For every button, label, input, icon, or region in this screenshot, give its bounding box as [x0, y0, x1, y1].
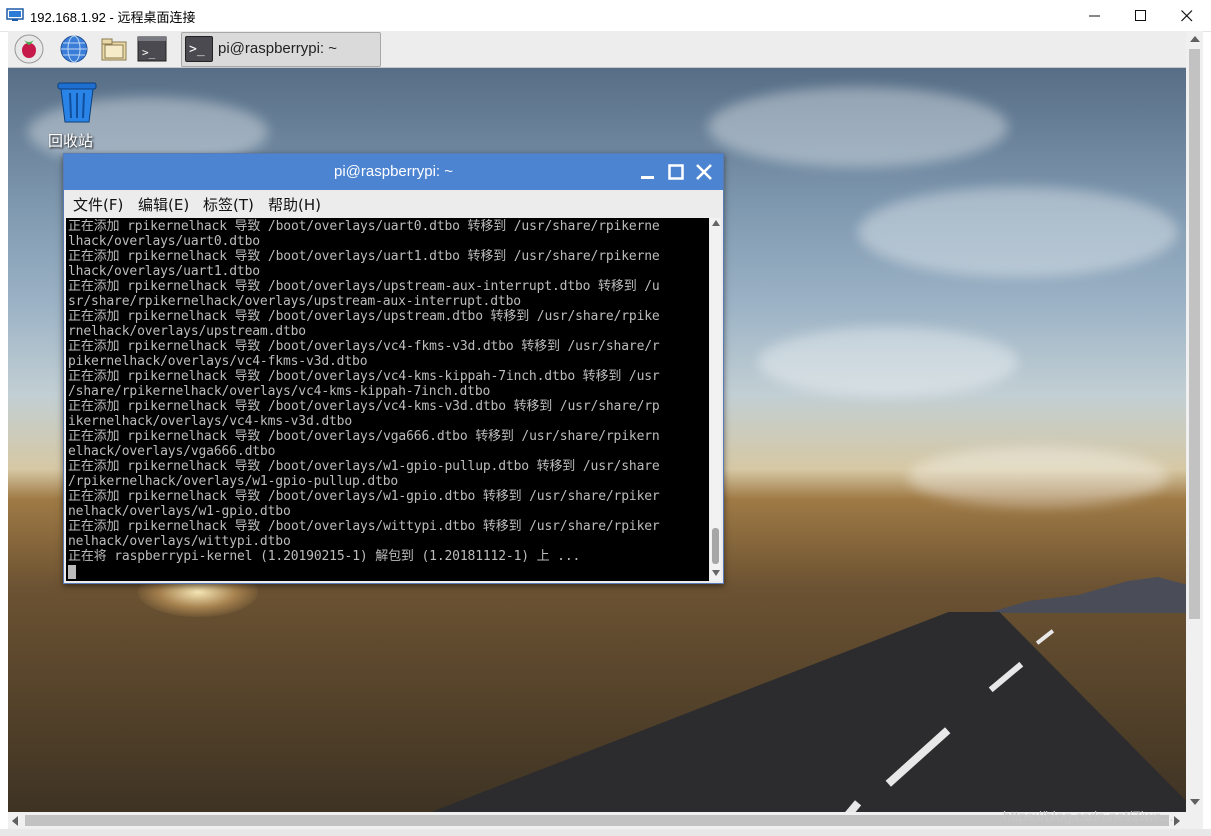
terminal-window[interactable]: pi@raspberrypi: ~ 文件(F) 编辑(E) 标签(T) 帮助(H…	[63, 153, 724, 584]
terminal-titlebar[interactable]: pi@raspberrypi: ~	[64, 154, 723, 190]
terminal-line: nelhack/overlays/wittypi.dtbo	[68, 534, 291, 549]
menu-help[interactable]: 帮助(H)	[268, 194, 321, 215]
terminal-line: 正在添加 rpikernelhack 导致 /boot/overlays/uar…	[68, 219, 660, 234]
terminal-cursor	[68, 565, 76, 579]
scroll-down-arrow-icon[interactable]	[712, 570, 720, 576]
terminal-line: elhack/overlays/vga666.dtbo	[68, 444, 276, 459]
watermark-text: https://blog.csdn.net/Ziwe...	[1003, 808, 1174, 824]
terminal-line: 正在添加 rpikernelhack 导致 /boot/overlays/vc4…	[68, 369, 660, 384]
scroll-left-arrow-icon[interactable]	[12, 816, 18, 826]
terminal-line: pikernelhack/overlays/vc4-fkms-v3d.dtbo	[68, 354, 368, 369]
terminal-line: 正在添加 rpikernelhack 导致 /boot/overlays/vga…	[68, 429, 660, 444]
maximize-button[interactable]	[1118, 0, 1164, 31]
terminal-line: 正在添加 rpikernelhack 导致 /boot/overlays/ups…	[68, 279, 660, 294]
scroll-down-arrow-icon[interactable]	[1190, 799, 1200, 805]
taskbar-terminal-task[interactable]: >_ pi@raspberrypi: ~	[181, 32, 381, 67]
wallpaper-cloud	[908, 447, 1168, 507]
terminal-line: lhack/overlays/uart0.dtbo	[68, 234, 260, 249]
rdp-vertical-scrollbar[interactable]	[1186, 31, 1203, 812]
terminal-minimize-icon[interactable]	[638, 162, 658, 182]
rdp-titlebar: 192.168.1.92 - 远程桌面连接	[0, 0, 1211, 32]
remote-desktop-viewport[interactable]: >_ >_ pi@raspberrypi: ~ 回收站 pi@raspberry…	[8, 31, 1186, 812]
rdp-vertical-scrollbar-thumb[interactable]	[1189, 49, 1200, 619]
scroll-up-arrow-icon[interactable]	[712, 220, 720, 226]
raspberry-menu-icon[interactable]	[14, 34, 44, 64]
terminal-line: 正在添加 rpikernelhack 导致 /boot/overlays/ups…	[68, 309, 660, 324]
terminal-line: 正在添加 rpikernelhack 导致 /boot/overlays/uar…	[68, 249, 660, 264]
scroll-right-arrow-icon[interactable]	[1174, 816, 1180, 826]
wallpaper-cloud	[708, 87, 1008, 167]
menu-tabs[interactable]: 标签(T)	[203, 194, 254, 215]
terminal-scrollbar[interactable]	[710, 218, 721, 581]
terminal-line: nelhack/overlays/w1-gpio.dtbo	[68, 504, 291, 519]
terminal-line: ikernelhack/overlays/vc4-kms-v3d.dtbo	[68, 414, 353, 429]
terminal-launcher-icon[interactable]: >_	[137, 34, 167, 64]
terminal-line: rnelhack/overlays/upstream.dtbo	[68, 324, 306, 339]
scroll-up-arrow-icon[interactable]	[1190, 36, 1200, 42]
terminal-line: 正在将 raspberrypi-kernel (1.20190215-1) 解包…	[68, 549, 581, 564]
maximize-icon	[1135, 9, 1146, 21]
close-icon	[1181, 9, 1193, 21]
bottom-strip	[0, 829, 1211, 836]
terminal-output-text: 正在添加 rpikernelhack 导致 /boot/overlays/uar…	[68, 219, 660, 564]
trash-label[interactable]: 回收站	[48, 130, 93, 151]
terminal-scrollbar-thumb[interactable]	[712, 528, 719, 564]
terminal-line: sr/share/rpikernelhack/overlays/upstream…	[68, 294, 521, 309]
terminal-line: 正在添加 rpikernelhack 导致 /boot/overlays/vc4…	[68, 399, 660, 414]
minimize-button[interactable]	[1072, 0, 1118, 31]
minimize-icon	[1089, 15, 1100, 16]
taskbar-task-label: pi@raspberrypi: ~	[218, 40, 338, 57]
menu-file[interactable]: 文件(F)	[73, 194, 123, 215]
file-manager-folder-icon[interactable]	[99, 34, 129, 64]
terminal-line: 正在添加 rpikernelhack 导致 /boot/overlays/w1-…	[68, 459, 660, 474]
terminal-line: 正在添加 rpikernelhack 导致 /boot/overlays/wit…	[68, 519, 660, 534]
wallpaper-cloud	[758, 327, 1018, 397]
wallpaper-road	[338, 612, 1186, 812]
background-right-edge	[1203, 31, 1211, 836]
trash-bin-icon[interactable]	[54, 81, 100, 123]
wallpaper-cloud	[858, 187, 1178, 277]
terminal-maximize-icon[interactable]	[666, 162, 686, 182]
terminal-line: lhack/overlays/uart1.dtbo	[68, 264, 260, 279]
terminal-close-icon[interactable]	[694, 162, 714, 182]
background-left-edge	[0, 31, 8, 836]
menu-edit[interactable]: 编辑(E)	[138, 194, 189, 215]
rdp-horizontal-scrollbar-thumb[interactable]	[25, 815, 1169, 826]
terminal-line: /rpikernelhack/overlays/w1-gpio-pullup.d…	[68, 474, 399, 489]
terminal-line: /share/rpikernelhack/overlays/vc4-kms-ki…	[68, 384, 491, 399]
svg-text:>_: >_	[142, 46, 156, 59]
close-button[interactable]	[1164, 0, 1210, 31]
web-browser-globe-icon[interactable]	[59, 34, 89, 64]
lxpanel-taskbar: >_ >_ pi@raspberrypi: ~	[8, 31, 1186, 68]
rdp-window-title: 192.168.1.92 - 远程桌面连接	[30, 10, 196, 25]
terminal-menubar: 文件(F) 编辑(E) 标签(T) 帮助(H)	[64, 190, 723, 218]
terminal-line: 正在添加 rpikernelhack 导致 /boot/overlays/w1-…	[68, 489, 660, 504]
road-line	[1035, 629, 1055, 645]
terminal-line: 正在添加 rpikernelhack 导致 /boot/overlays/vc4…	[68, 339, 660, 354]
terminal-output[interactable]: 正在添加 rpikernelhack 导致 /boot/overlays/uar…	[66, 218, 709, 581]
wallpaper-mountain	[988, 577, 1186, 613]
terminal-task-icon: >_	[185, 36, 213, 62]
remote-desktop-icon	[6, 8, 24, 21]
terminal-title: pi@raspberrypi: ~	[333, 163, 454, 180]
